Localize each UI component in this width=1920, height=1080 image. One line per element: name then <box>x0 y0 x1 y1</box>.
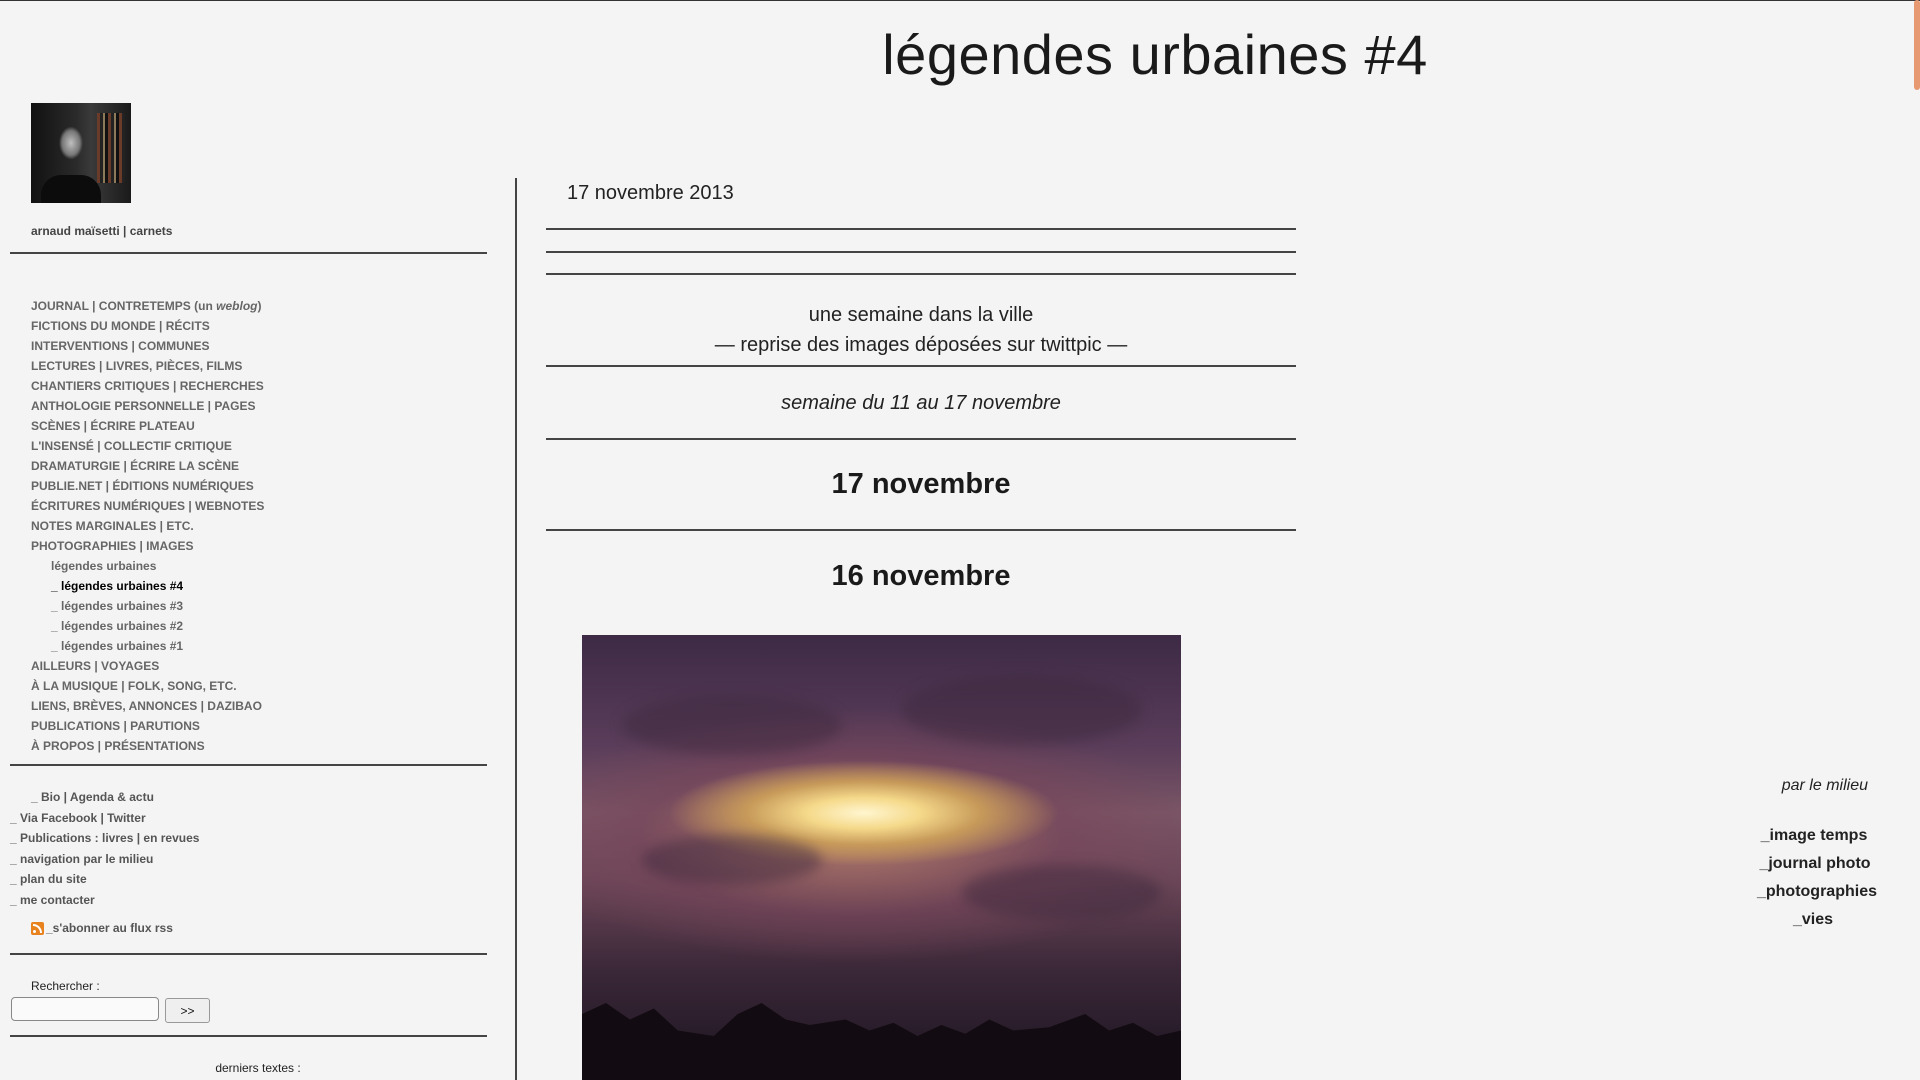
intro-line-1: une semaine dans la ville <box>808 304 1034 326</box>
sidebar-menu: JOURNAL | CONTRETEMPS (un weblog) FICTIO… <box>31 296 264 756</box>
submenu-legendes-3[interactable]: _ légendes urbaines #3 <box>31 596 264 616</box>
avatar-bookshelf <box>97 113 125 183</box>
link-contact[interactable]: _ me contacter <box>10 890 199 911</box>
sidebar-divider <box>10 953 487 955</box>
submenu-legendes-1[interactable]: _ légendes urbaines #1 <box>31 636 264 656</box>
menu-item-dramaturgie[interactable]: DRAMATURGIE | ÉCRIRE LA SCÈNE <box>31 456 264 476</box>
sidebar: arnaud maïsetti | carnets JOURNAL | CONT… <box>0 0 500 1080</box>
submenu-legendes-2[interactable]: _ légendes urbaines #2 <box>31 616 264 636</box>
nav-link-vies[interactable]: _vies <box>1700 906 1920 934</box>
menu-item-anthologie[interactable]: ANTHOLOGIE PERSONNELLE | PAGES <box>31 396 264 416</box>
sunset-photo[interactable] <box>582 635 1181 1080</box>
avatar-body <box>41 175 101 203</box>
menu-item-journal[interactable]: JOURNAL | CONTRETEMPS (un weblog) <box>31 296 264 316</box>
rss-icon <box>31 921 44 935</box>
rss-label: _s'abonner au flux rss <box>46 921 173 935</box>
menu-item-liens[interactable]: LIENS, BRÈVES, ANNONCES | DAZIBAO <box>31 696 264 716</box>
content-divider <box>546 273 1296 275</box>
menu-item-publications[interactable]: PUBLICATIONS | PARUTIONS <box>31 716 264 736</box>
menu-item-ailleurs[interactable]: AILLEURS | VOYAGES <box>31 656 264 676</box>
navigation-heading: par le milieu <box>1781 777 1868 794</box>
photo-cloud <box>962 865 1162 920</box>
intro-line-2: — reprise des images déposées sur twittp… <box>714 334 1128 356</box>
search-input[interactable] <box>11 997 159 1021</box>
content-divider <box>546 228 1296 230</box>
menu-item-ecritures[interactable]: ÉCRITURES NUMÉRIQUES | WEBNOTES <box>31 496 264 516</box>
menu-item-fictions[interactable]: FICTIONS DU MONDE | RÉCITS <box>31 316 264 336</box>
nav-link-image-temps[interactable]: _image temps <box>1700 822 1920 850</box>
photo-cloud <box>622 695 842 755</box>
menu-item-scenes[interactable]: SCÈNES | ÉCRIRE PLATEAU <box>31 416 264 436</box>
photo-cloud <box>902 675 1142 745</box>
nav-link-journal-photo[interactable]: _journal photo <box>1700 850 1920 878</box>
menu-item-musique[interactable]: À LA MUSIQUE | FOLK, SONG, ETC. <box>31 676 264 696</box>
sidebar-divider <box>10 764 487 766</box>
link-plan[interactable]: _ plan du site <box>10 869 199 890</box>
navigation-links: _image temps _journal photo _photographi… <box>1700 822 1920 934</box>
photo-tree-silhouette <box>582 1003 1181 1080</box>
rss-link[interactable]: _s'abonner au flux rss <box>31 921 173 935</box>
day-heading-16: 16 novembre <box>831 560 1011 592</box>
content-divider <box>546 251 1296 253</box>
menu-item-chantiers[interactable]: CHANTIERS CRITIQUES | RECHERCHES <box>31 376 264 396</box>
column-divider <box>515 178 517 1080</box>
menu-item-a-propos[interactable]: À PROPOS | PRÉSENTATIONS <box>31 736 264 756</box>
nav-link-photographies[interactable]: _photographies <box>1700 878 1920 906</box>
recent-texts-label: derniers textes : <box>215 1061 301 1075</box>
photo-cloud <box>642 835 822 885</box>
content-divider <box>546 365 1296 367</box>
sidebar-links: _ Bio | Agenda & actu _ Via Facebook | T… <box>10 787 199 910</box>
sidebar-divider <box>10 252 487 254</box>
link-bio[interactable]: _ Bio | Agenda & actu <box>10 787 199 808</box>
submenu-legendes-4[interactable]: _ légendes urbaines #4 <box>31 576 264 596</box>
content-divider <box>546 438 1296 440</box>
day-heading-17: 17 novembre <box>831 468 1011 500</box>
link-navigation[interactable]: _ navigation par le milieu <box>10 849 199 870</box>
author-link[interactable]: arnaud maïsetti | carnets <box>31 224 172 238</box>
menu-item-insense[interactable]: L'INSENSÉ | COLLECTIF CRITIQUE <box>31 436 264 456</box>
menu-item-publie-net[interactable]: PUBLIE.NET | ÉDITIONS NUMÉRIQUES <box>31 476 264 496</box>
post-date: 17 novembre 2013 <box>567 182 734 204</box>
menu-item-lectures[interactable]: LECTURES | LIVRES, PIÈCES, FILMS <box>31 356 264 376</box>
link-publications[interactable]: _ Publications : livres | en revues <box>10 828 199 849</box>
content-divider <box>546 529 1296 531</box>
intro-text: une semaine dans la ville — reprise des … <box>546 300 1296 360</box>
link-facebook[interactable]: _ Via Facebook | Twitter <box>10 808 199 829</box>
submenu-legendes-urbaines[interactable]: légendes urbaines <box>31 556 264 576</box>
avatar[interactable] <box>31 103 131 203</box>
menu-item-photographies[interactable]: PHOTOGRAPHIES | IMAGES <box>31 536 264 556</box>
search-button[interactable]: >> <box>165 998 210 1023</box>
menu-item-interventions[interactable]: INTERVENTIONS | COMMUNES <box>31 336 264 356</box>
menu-item-notes[interactable]: NOTES MARGINALES | ETC. <box>31 516 264 536</box>
week-subtitle: semaine du 11 au 17 novembre <box>781 392 1061 414</box>
sidebar-divider <box>10 1035 487 1037</box>
search-label: Rechercher : <box>31 979 100 993</box>
